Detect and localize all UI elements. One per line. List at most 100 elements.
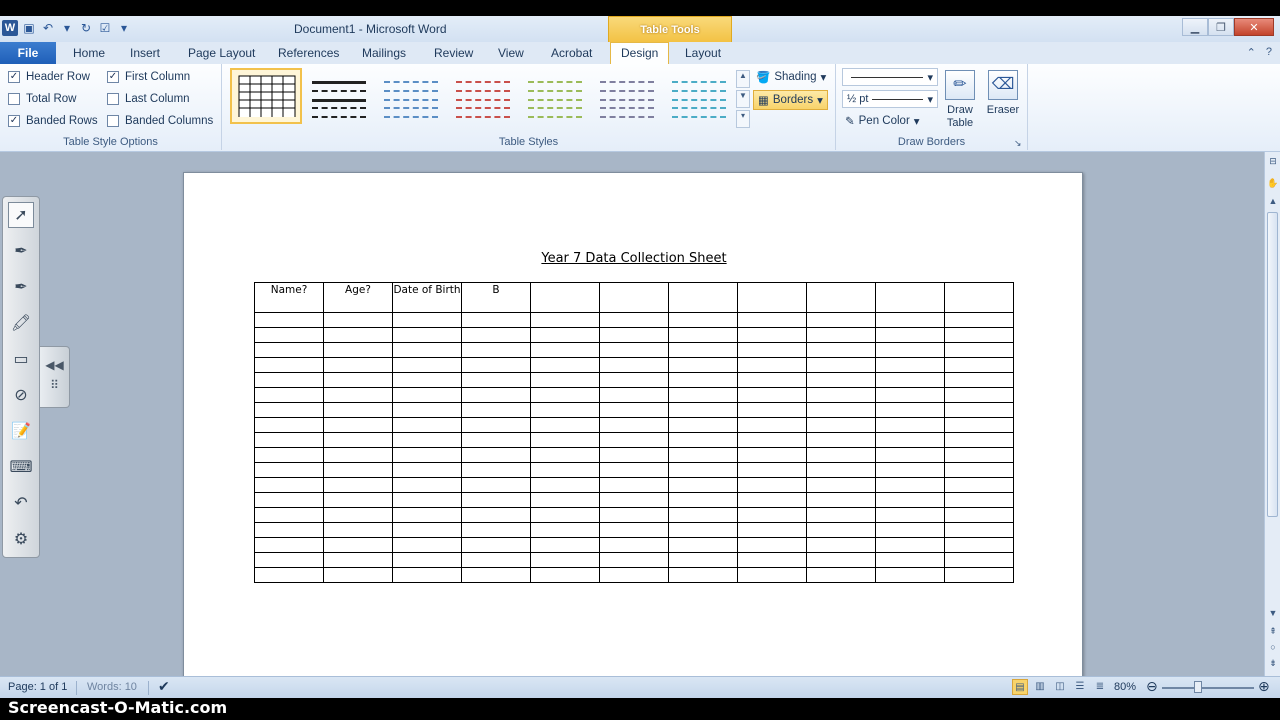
table-cell[interactable]	[530, 492, 600, 508]
table-cell[interactable]	[668, 477, 738, 493]
table-cell[interactable]	[875, 537, 945, 553]
table-cell[interactable]	[323, 522, 393, 538]
collapse-icon[interactable]: ◀◀	[40, 355, 69, 375]
table-cell[interactable]	[875, 567, 945, 583]
document-heading[interactable]: Year 7 Data Collection Sheet	[184, 251, 1084, 266]
table-style-swatch[interactable]	[594, 76, 660, 124]
table-cell[interactable]	[599, 372, 669, 388]
table-cell[interactable]	[254, 387, 324, 403]
table-cell[interactable]	[323, 477, 393, 493]
table-cell[interactable]	[323, 402, 393, 418]
table-cell[interactable]	[944, 477, 1014, 493]
table-cell[interactable]	[668, 552, 738, 568]
restore-icon[interactable]: ❐	[1208, 18, 1234, 36]
pen-red-icon[interactable]: ✒	[8, 274, 34, 300]
table-cell[interactable]	[806, 477, 876, 493]
table-cell[interactable]	[806, 342, 876, 358]
table-cell[interactable]	[392, 342, 462, 358]
table-cell[interactable]	[737, 447, 807, 463]
checkbox-icon[interactable]: ☑	[97, 20, 113, 36]
table-cell[interactable]	[737, 372, 807, 388]
zoom-slider-thumb[interactable]	[1193, 681, 1202, 693]
table-cell[interactable]	[461, 567, 531, 583]
table-cell[interactable]	[599, 432, 669, 448]
table-style-swatch[interactable]	[450, 76, 516, 124]
word-app-icon[interactable]: W	[2, 20, 18, 36]
banded-columns-checkbox[interactable]: Banded Columns	[107, 115, 213, 127]
table-cell[interactable]	[392, 372, 462, 388]
table-cell[interactable]	[461, 357, 531, 373]
total-row-checkbox[interactable]: Total Row	[8, 93, 77, 105]
table-cell[interactable]	[806, 492, 876, 508]
minimize-icon[interactable]: ▁	[1182, 18, 1208, 36]
table-cell[interactable]	[254, 432, 324, 448]
table-cell[interactable]	[668, 432, 738, 448]
table-cell[interactable]	[668, 537, 738, 553]
table-header-cell[interactable]: B	[461, 282, 531, 313]
table-cell[interactable]	[530, 537, 600, 553]
table-cell[interactable]	[944, 522, 1014, 538]
tab-layout[interactable]: Layout	[685, 46, 721, 60]
banded-rows-checkbox[interactable]: ✓ Banded Rows	[8, 115, 98, 127]
table-cell[interactable]	[806, 447, 876, 463]
table-cell[interactable]	[599, 567, 669, 583]
table-cell[interactable]	[875, 447, 945, 463]
table-cell[interactable]	[875, 387, 945, 403]
table-cell[interactable]	[461, 417, 531, 433]
table-cell[interactable]	[944, 357, 1014, 373]
table-cell[interactable]	[806, 357, 876, 373]
table-cell[interactable]	[737, 327, 807, 343]
dialog-launcher-icon[interactable]: ↘	[1014, 138, 1022, 149]
table-cell[interactable]	[323, 387, 393, 403]
table-cell[interactable]	[254, 447, 324, 463]
browse-object-icon[interactable]: ○	[1267, 642, 1279, 654]
table-cell[interactable]	[599, 507, 669, 523]
table-cell[interactable]	[323, 357, 393, 373]
full-screen-reading-icon[interactable]: ▥	[1032, 679, 1048, 695]
table-cell[interactable]	[737, 357, 807, 373]
page-count[interactable]: Page: 1 of 1	[8, 681, 67, 693]
table-cell[interactable]	[599, 462, 669, 478]
zoom-slider[interactable]	[1162, 687, 1254, 689]
table-cell[interactable]	[461, 387, 531, 403]
table-cell[interactable]	[323, 342, 393, 358]
line-style-select[interactable]: ▾	[842, 68, 938, 86]
table-cell[interactable]	[323, 432, 393, 448]
table-cell[interactable]	[392, 567, 462, 583]
table-cell[interactable]	[944, 567, 1014, 583]
table-cell[interactable]	[668, 327, 738, 343]
table-cell[interactable]	[392, 357, 462, 373]
table-cell[interactable]	[323, 447, 393, 463]
table-cell[interactable]	[461, 477, 531, 493]
table-cell[interactable]	[875, 312, 945, 328]
table-cell[interactable]	[737, 312, 807, 328]
table-cell[interactable]	[254, 567, 324, 583]
gallery-down-icon[interactable]: ▼	[736, 90, 750, 108]
table-cell[interactable]	[806, 312, 876, 328]
dropdown-icon[interactable]: ▾	[59, 20, 75, 36]
table-header-cell[interactable]	[806, 282, 876, 313]
table-cell[interactable]	[530, 462, 600, 478]
tab-mailings[interactable]: Mailings	[362, 46, 406, 60]
table-cell[interactable]	[254, 492, 324, 508]
table-cell[interactable]	[944, 492, 1014, 508]
table-cell[interactable]	[323, 552, 393, 568]
header-row-checkbox[interactable]: ✓ Header Row	[8, 71, 90, 83]
first-column-checkbox[interactable]: ✓ First Column	[107, 71, 190, 83]
table-cell[interactable]	[668, 417, 738, 433]
eraser-tool-icon[interactable]: ▭	[8, 346, 34, 372]
table-cell[interactable]	[392, 387, 462, 403]
table-cell[interactable]	[599, 312, 669, 328]
ruler-toggle-icon[interactable]: ⊟	[1267, 156, 1279, 168]
gallery-more-icon[interactable]: ▾	[736, 110, 750, 128]
tab-references[interactable]: References	[278, 46, 339, 60]
table-style-swatch[interactable]	[230, 68, 302, 124]
table-cell[interactable]	[461, 462, 531, 478]
table-cell[interactable]	[944, 387, 1014, 403]
table-cell[interactable]	[254, 552, 324, 568]
outline-icon[interactable]: ☰	[1072, 679, 1088, 695]
table-cell[interactable]	[599, 492, 669, 508]
table-cell[interactable]	[599, 342, 669, 358]
undo-icon[interactable]: ↶	[40, 20, 56, 36]
table-cell[interactable]	[254, 342, 324, 358]
